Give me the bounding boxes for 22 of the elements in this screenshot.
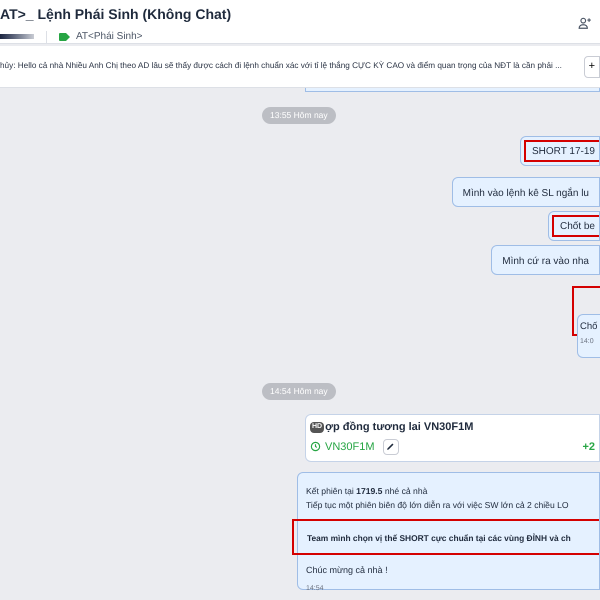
price-change: +2 [582,440,595,454]
message-text: Chốt be [560,220,595,234]
message-text: Kết phiên tại 1719.5 nhé cả nhà [305,485,428,498]
add-button[interactable]: + [584,56,600,78]
message-text: Chố [580,320,598,334]
message-text: Tiếp tục một phiên biên độ lớn diễn ra với việc SW lớn cả 2 chiều LO [305,499,570,512]
message-text: Team mình chọn vị thế SHORT cực chuẩn tại các vùng ĐỈNH và ch [307,533,571,543]
chat-title: AT>_ Lệnh Phái Sinh (Không Chat) [0,5,232,24]
redacted-name [0,34,34,39]
clock-icon [310,441,321,452]
pinned-message-text[interactable]: hủy: Hello cả nhà Nhiều Anh Chị theo AD lâu sẽ thấy được cách đi lệnh chuẩn xác với tỉ lệ thắng CỰC KỲ CAO và điểm quan trọng của NĐT là cần phải ... [0,60,562,73]
message-text: SHORT 17-19 [532,144,595,158]
group-tag: AT<Phái Sinh> [76,29,143,44]
tag-icon [59,32,70,40]
edit-button[interactable] [382,438,399,455]
message-text: Mình vào lệnh kê SL ngắn lu [462,188,589,199]
group-members-icon[interactable] [578,16,592,30]
contract-symbol: VN30F1M [325,440,375,454]
message-text: Mình cứ ra vào nha [502,256,589,267]
contract-title: ợp đồng tương lai VN30F1M [325,420,474,435]
message-text: Chúc mừng cả nhà ! [305,564,389,577]
pencil-icon [386,442,396,452]
